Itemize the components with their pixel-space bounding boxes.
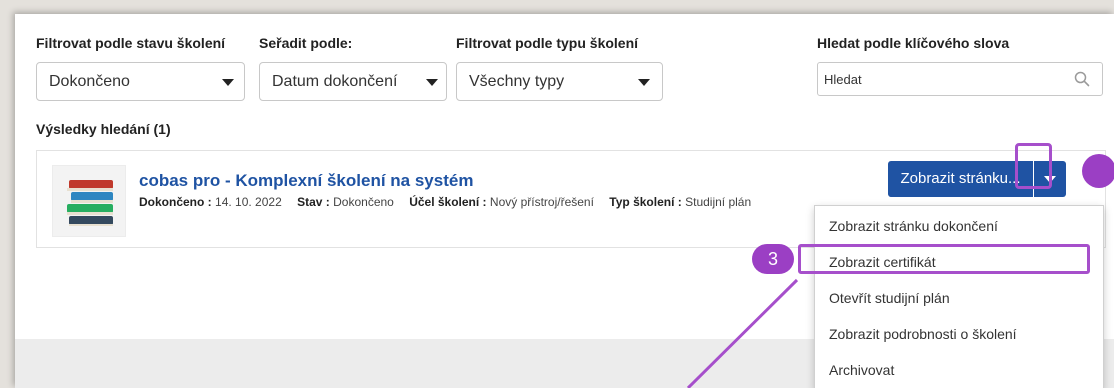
status-value: Dokončeno xyxy=(333,195,394,209)
completed-label: Dokončeno : xyxy=(139,195,212,209)
training-page: Filtrovat podle stavu školení Seřadit po… xyxy=(15,14,1114,388)
status-label: Stav : xyxy=(297,195,330,209)
status-filter-value: Dokončeno xyxy=(49,73,130,90)
step-callout-partial xyxy=(1082,154,1114,188)
certificate-highlight xyxy=(798,244,1090,274)
type-filter-value: Všechny typy xyxy=(469,73,565,90)
course-title-link[interactable]: cobas pro - Komplexní školení na systém xyxy=(139,171,473,191)
training-type-value: Studijní plán xyxy=(685,195,752,209)
chevron-down-icon xyxy=(638,79,650,86)
toggle-highlight xyxy=(1015,143,1052,189)
sort-select[interactable]: Datum dokončení xyxy=(259,62,447,101)
menu-item-open-study-plan[interactable]: Otevřít studijní plán xyxy=(829,290,950,306)
type-filter-select[interactable]: Všechny typy xyxy=(456,62,663,101)
actions-menu: Zobrazit stránku dokončení Zobrazit cert… xyxy=(814,205,1104,388)
purpose-value: Nový přístroj/řešení xyxy=(489,195,594,209)
sort-label: Seřadit podle: xyxy=(259,35,353,51)
menu-item-view-training-details[interactable]: Zobrazit podrobnosti o školení xyxy=(829,326,1017,342)
search-input[interactable] xyxy=(824,68,1064,90)
results-count: Výsledky hledání (1) xyxy=(36,121,171,137)
menu-item-archive[interactable]: Archivovat xyxy=(829,362,894,378)
course-meta: Dokončeno : 14. 10. 2022 Stav : Dokončen… xyxy=(139,195,751,209)
type-filter-label: Filtrovat podle typu školení xyxy=(456,35,639,51)
chevron-down-icon xyxy=(222,79,234,86)
view-page-button[interactable]: Zobrazit stránku... xyxy=(888,161,1033,197)
books-icon xyxy=(52,165,126,237)
sort-value: Datum dokončení xyxy=(272,73,398,90)
chevron-down-icon xyxy=(426,79,438,86)
completed-date: 14. 10. 2022 xyxy=(215,195,282,209)
status-filter-label: Filtrovat podle stavu školení xyxy=(36,35,226,51)
search-box[interactable] xyxy=(817,62,1103,96)
training-type-label: Typ školení : xyxy=(609,195,682,209)
menu-item-view-completion-page[interactable]: Zobrazit stránku dokončení xyxy=(829,218,998,234)
step-callout: 3 xyxy=(752,244,794,274)
status-filter-select[interactable]: Dokončeno xyxy=(36,62,245,101)
keyword-search-label: Hledat podle klíčového slova xyxy=(817,35,1010,51)
search-icon[interactable] xyxy=(1074,71,1090,92)
purpose-label: Účel školení : xyxy=(409,195,487,209)
